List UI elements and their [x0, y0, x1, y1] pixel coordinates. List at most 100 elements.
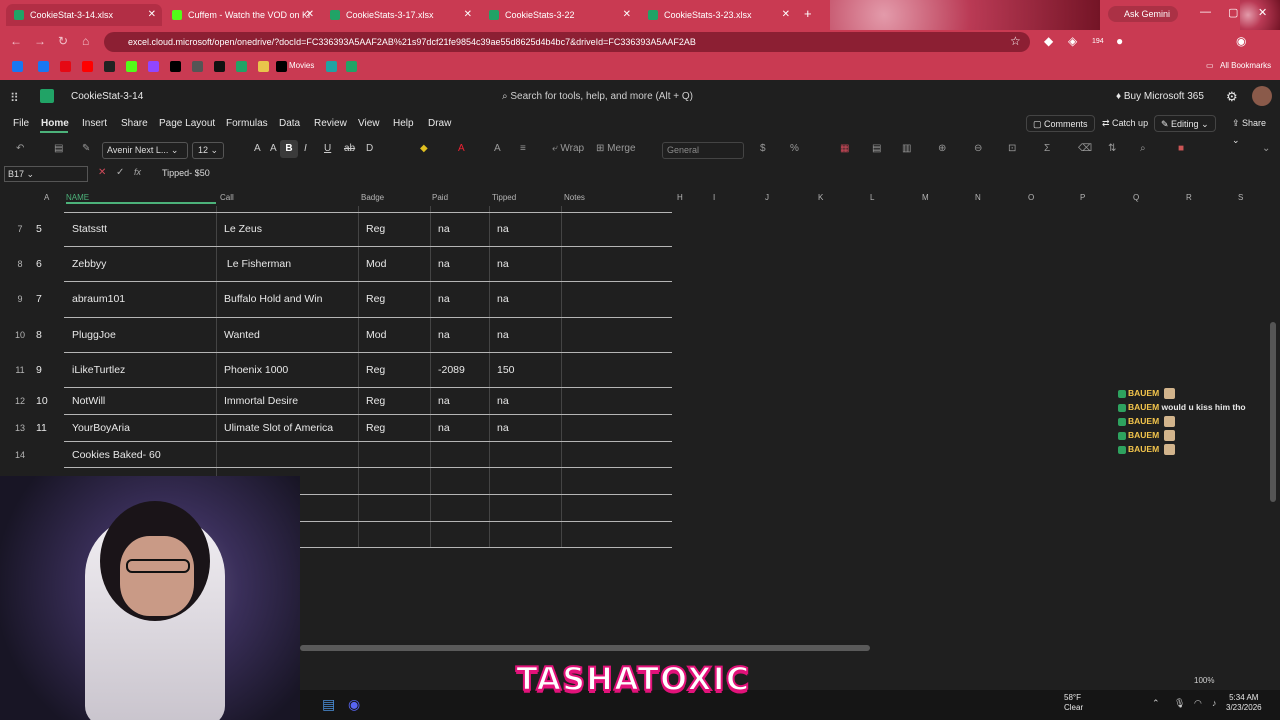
table-cell-call[interactable]: Ulimate Slot of America: [224, 422, 333, 434]
minimize-icon[interactable]: —: [1200, 6, 1211, 18]
sort-filter-icon[interactable]: ⇅: [1108, 143, 1116, 154]
wrap-button[interactable]: ⤶ Wrap: [552, 143, 584, 154]
formula-input[interactable]: Tipped- $50: [162, 168, 210, 178]
menu-file[interactable]: File: [13, 118, 29, 129]
extension-icon[interactable]: ●: [1116, 34, 1123, 48]
row-number[interactable]: 14: [10, 450, 30, 460]
home-icon[interactable]: ⌂: [82, 34, 89, 48]
bookmark-icon[interactable]: [346, 61, 357, 72]
menu-view[interactable]: View: [358, 118, 380, 129]
share-button[interactable]: ⇪ Share ⌄: [1226, 115, 1280, 145]
clock[interactable]: 5:34 AM 3/23/2026: [1226, 693, 1262, 713]
column-header-a[interactable]: A: [44, 192, 49, 204]
column-header-l[interactable]: L: [870, 192, 874, 204]
close-icon[interactable]: ✕: [623, 4, 631, 26]
table-cell-name[interactable]: iLikeTurtlez: [72, 364, 125, 376]
table-cell-paid[interactable]: -2089: [438, 364, 465, 376]
table-cell-paid[interactable]: na: [438, 329, 450, 341]
column-header-j[interactable]: J: [765, 192, 769, 204]
table-cell-tipped[interactable]: na: [497, 422, 509, 434]
table-cell-badge[interactable]: Reg: [366, 223, 385, 235]
maximize-icon[interactable]: ▢: [1228, 6, 1238, 19]
strikethrough-button[interactable]: ab: [344, 143, 355, 154]
fill-color-icon[interactable]: ◆: [420, 143, 428, 154]
new-tab-button[interactable]: +: [804, 6, 812, 21]
increase-font-icon[interactable]: A: [254, 143, 261, 154]
table-cell-name[interactable]: abraum101: [72, 293, 125, 305]
table-cell-paid[interactable]: na: [438, 395, 450, 407]
table-cell-badge[interactable]: Reg: [366, 395, 385, 407]
volume-icon[interactable]: ♪: [1212, 698, 1217, 708]
bookmark-icon[interactable]: [214, 61, 225, 72]
menu-draw[interactable]: Draw: [428, 118, 451, 129]
netflix-icon[interactable]: [60, 61, 71, 72]
align-icon[interactable]: ≡: [520, 143, 526, 154]
bookmark-icon[interactable]: [326, 61, 337, 72]
comments-button[interactable]: ▢ Comments: [1026, 115, 1095, 132]
column-header-c[interactable]: Call: [220, 192, 234, 204]
table-cell-paid[interactable]: na: [438, 293, 450, 305]
column-header-q[interactable]: Q: [1133, 192, 1139, 204]
column-header-p[interactable]: P: [1080, 192, 1085, 204]
address-bar[interactable]: excel.cloud.microsoft/open/onedrive/?doc…: [104, 32, 1030, 52]
menu-page-layout[interactable]: Page Layout: [159, 118, 215, 129]
column-header-e[interactable]: Paid: [432, 192, 448, 204]
instagram-icon[interactable]: [104, 61, 115, 72]
format-table-icon[interactable]: ▤: [872, 143, 881, 154]
column-header-m[interactable]: M: [922, 192, 929, 204]
tab-cuffem-vod[interactable]: Cuffem - Watch the VOD on Ki ✕: [164, 4, 320, 26]
horizontal-scrollbar[interactable]: [300, 645, 870, 651]
table-cell-name[interactable]: Zebbyy: [72, 258, 106, 270]
tab-cookiestats-3-23[interactable]: CookieStats-3-23.xlsx ✕: [640, 4, 796, 26]
table-cell-name[interactable]: Statsstt: [72, 223, 107, 235]
clear-icon[interactable]: ⌫: [1078, 143, 1092, 154]
function-icon[interactable]: fx: [134, 167, 141, 177]
table-cell-call[interactable]: Phoenix 1000: [224, 364, 288, 376]
column-header-s[interactable]: S: [1238, 192, 1243, 204]
bookmark-icon[interactable]: [38, 61, 49, 72]
table-cell-num[interactable]: 9: [36, 364, 42, 376]
format-icon[interactable]: ⊡: [1008, 143, 1016, 154]
table-cell-tipped[interactable]: na: [497, 258, 509, 270]
table-cell-num[interactable]: 8: [36, 329, 42, 341]
bold-button[interactable]: B: [280, 140, 298, 158]
expand-ribbon-icon[interactable]: ⌄: [1262, 143, 1270, 154]
settings-gear-icon[interactable]: ⚙: [1226, 89, 1238, 105]
extension-icon[interactable]: ◈: [1068, 34, 1077, 48]
table-cell-call[interactable]: Immortal Desire: [224, 395, 298, 407]
microphone-icon[interactable]: 🎙: [1174, 698, 1185, 709]
italic-button[interactable]: I: [304, 143, 307, 154]
profile-avatar[interactable]: ◉: [1236, 34, 1246, 48]
menu-share[interactable]: Share: [121, 118, 148, 129]
x-icon[interactable]: [170, 61, 181, 72]
menu-formulas[interactable]: Formulas: [226, 118, 268, 129]
row-number[interactable]: 11: [10, 365, 30, 375]
table-cell-name[interactable]: YourBoyAria: [72, 422, 130, 434]
weather-widget[interactable]: 58°F Clear: [1064, 693, 1083, 713]
conditional-format-icon[interactable]: ▦: [840, 143, 849, 154]
reload-icon[interactable]: ↻: [58, 34, 68, 48]
double-underline-icon[interactable]: D: [366, 143, 373, 154]
youtube-icon[interactable]: [82, 61, 93, 72]
ask-gemini-button[interactable]: Ask Gemini: [1108, 6, 1179, 22]
merge-button[interactable]: ⊞ Merge: [596, 143, 636, 154]
app-launcher-icon[interactable]: ⠿: [10, 91, 22, 105]
catch-up-button[interactable]: ⇄ Catch up: [1096, 115, 1154, 132]
table-cell-name[interactable]: PluggJoe: [72, 329, 116, 341]
vertical-scrollbar[interactable]: [1270, 322, 1276, 502]
twitch-icon[interactable]: [148, 61, 159, 72]
format-painter-icon[interactable]: ✎: [82, 143, 90, 154]
paste-icon[interactable]: ▤: [54, 143, 63, 154]
table-cell-call[interactable]: Buffalo Hold and Win: [224, 293, 322, 305]
table-cell-badge[interactable]: Reg: [366, 364, 385, 376]
delete-icon[interactable]: ⊖: [974, 143, 982, 154]
table-cell-num[interactable]: 11: [36, 422, 47, 434]
underline-button[interactable]: U: [324, 143, 331, 154]
row-number[interactable]: 9: [10, 294, 30, 304]
table-cell-call[interactable]: Wanted: [224, 329, 260, 341]
table-cell-tipped[interactable]: na: [497, 223, 509, 235]
table-cell-paid[interactable]: na: [438, 258, 450, 270]
bookmark-star-icon[interactable]: ☆: [1010, 34, 1021, 48]
close-window-icon[interactable]: ✕: [1258, 6, 1267, 19]
facebook-icon[interactable]: [12, 61, 23, 72]
